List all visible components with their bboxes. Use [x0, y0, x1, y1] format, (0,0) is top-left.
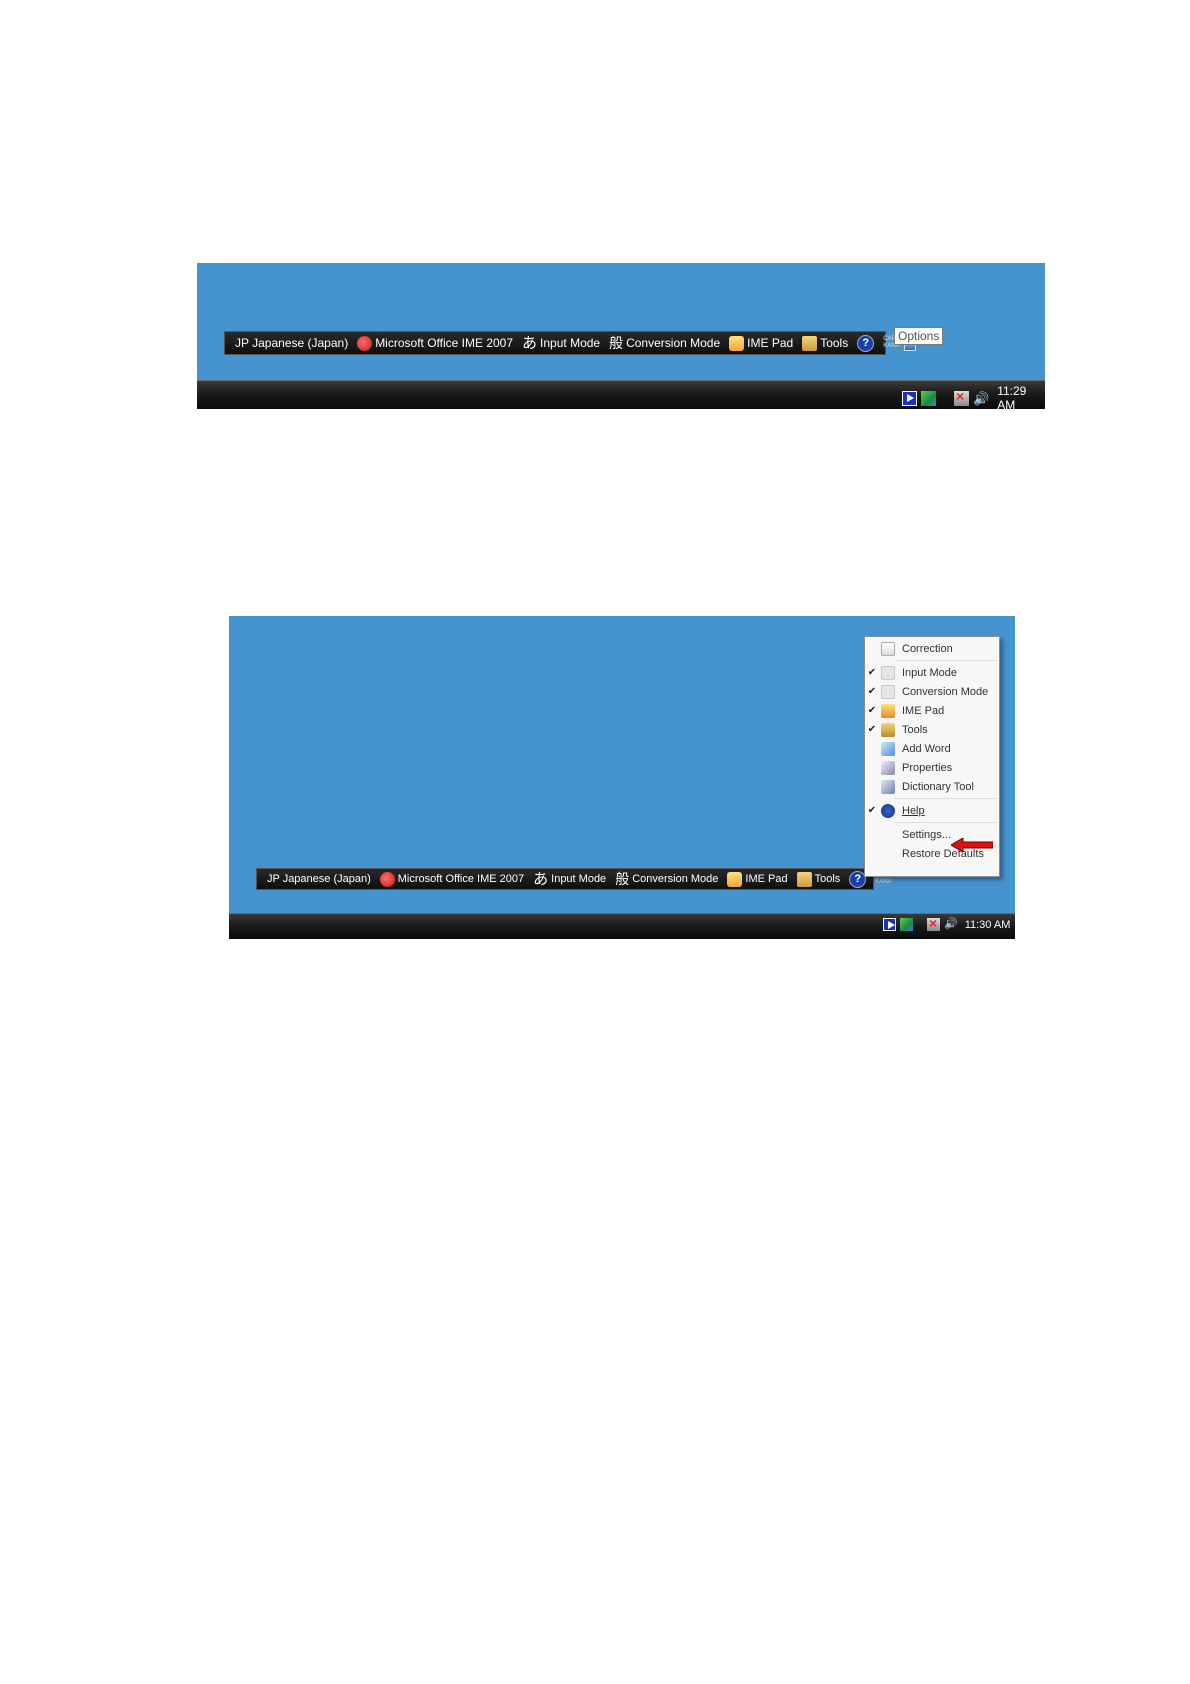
- tools-label: Tools: [820, 336, 849, 350]
- menu-separator: [895, 660, 997, 661]
- network-icon[interactable]: [900, 918, 913, 931]
- clock[interactable]: 11:29 AM: [997, 384, 1045, 409]
- tools-box-icon: [796, 871, 812, 887]
- menu-item-properties[interactable]: Properties: [865, 758, 999, 777]
- menu-item-input-mode[interactable]: ✔ Input Mode: [865, 663, 999, 682]
- menu-item-label: Help: [902, 804, 925, 817]
- language-label: JP Japanese (Japan): [267, 873, 371, 885]
- blank-icon: [881, 847, 895, 861]
- language-button[interactable]: JP Japanese (Japan): [235, 336, 348, 350]
- media-play-icon[interactable]: [883, 918, 896, 931]
- network-icon[interactable]: [921, 390, 936, 406]
- menu-item-correction[interactable]: Correction: [865, 639, 999, 658]
- menu-item-ime-pad[interactable]: ✔ IME Pad: [865, 701, 999, 720]
- menu-item-label: IME Pad: [902, 704, 945, 717]
- media-play-icon[interactable]: [902, 390, 917, 406]
- ime-pad-label: IME Pad: [745, 873, 788, 885]
- ime-pad-label: IME Pad: [747, 336, 794, 350]
- help-icon: [881, 803, 895, 818]
- conversion-mode-label: Conversion Mode: [632, 873, 719, 885]
- menu-item-label: Input Mode: [902, 666, 958, 679]
- language-button[interactable]: JP Japanese (Japan): [267, 873, 371, 885]
- menu-item-tools[interactable]: ✔ Tools: [865, 720, 999, 739]
- menu-item-label: Tools: [902, 723, 928, 736]
- system-tray: 🔊 11:30 AM: [883, 915, 1011, 932]
- menu-item-label: Correction: [902, 642, 953, 655]
- tools-button[interactable]: Tools: [802, 335, 849, 351]
- add-word-icon: [881, 741, 895, 756]
- screenshot-options-menu: JP Japanese (Japan) Microsoft Office IME…: [229, 616, 1015, 939]
- ime-label: Microsoft Office IME 2007: [397, 873, 525, 885]
- menu-item-add-word[interactable]: Add Word: [865, 739, 999, 758]
- options-tooltip: Options: [894, 327, 944, 345]
- conversion-mode-button[interactable]: 般 Conversion Mode: [609, 334, 721, 351]
- menu-item-label: Conversion Mode: [902, 685, 989, 698]
- ime-pad-button[interactable]: IME Pad: [727, 871, 788, 887]
- display-disconnected-icon[interactable]: [927, 915, 940, 931]
- tools-button[interactable]: Tools: [796, 871, 841, 887]
- help-icon: ?: [857, 334, 875, 352]
- red-arrow-pointer-icon: [951, 838, 993, 852]
- volume-icon[interactable]: 🔊: [944, 917, 958, 932]
- conversion-mode-icon: [881, 684, 895, 699]
- menu-separator: [895, 798, 997, 799]
- hiragana-a-icon: あ: [533, 870, 549, 888]
- input-mode-icon: [881, 665, 895, 680]
- clock[interactable]: 11:30 AM: [965, 919, 1011, 931]
- display-disconnected-icon[interactable]: [954, 388, 969, 406]
- conversion-mode-label: Conversion Mode: [626, 336, 721, 350]
- correction-icon: [881, 641, 895, 656]
- input-mode-button[interactable]: あ Input Mode: [522, 336, 600, 351]
- language-bar: JP Japanese (Japan) Microsoft Office IME…: [256, 868, 892, 890]
- menu-item-conversion-mode[interactable]: ✔ Conversion Mode: [865, 682, 999, 701]
- conversion-kanji-icon: 般: [615, 870, 630, 887]
- hiragana-a-icon: あ: [522, 334, 538, 352]
- input-mode-label: Input Mode: [540, 336, 601, 350]
- ime-label: Microsoft Office IME 2007: [375, 336, 514, 350]
- tools-box-icon: [802, 335, 818, 351]
- screenshot-language-bar: JP Japanese (Japan) Microsoft Office IME…: [197, 263, 1045, 409]
- menu-item-label: Properties: [902, 761, 953, 774]
- tools-label: Tools: [814, 873, 841, 885]
- office-ime-icon: [379, 871, 395, 887]
- language-bar: JP Japanese (Japan) Microsoft Office IME…: [224, 331, 916, 355]
- checkmark-icon: ✔: [867, 805, 877, 816]
- checkmark-icon: ✔: [867, 686, 877, 697]
- input-mode-button[interactable]: あ Input Mode: [533, 872, 606, 887]
- dictionary-tool-icon: [881, 779, 895, 794]
- office-ime-icon: [357, 335, 373, 351]
- checkmark-icon: ✔: [867, 705, 877, 716]
- input-mode-label: Input Mode: [551, 873, 607, 885]
- menu-item-label: Settings...: [902, 828, 951, 841]
- blank-icon: [881, 828, 895, 842]
- menu-item-label: Add Word: [902, 742, 951, 755]
- conversion-mode-button[interactable]: 般 Conversion Mode: [615, 870, 719, 887]
- menu-item-dictionary-tool[interactable]: Dictionary Tool: [865, 777, 999, 796]
- checkmark-icon: ✔: [867, 667, 877, 678]
- tools-box-icon: [881, 722, 895, 737]
- ime-button[interactable]: Microsoft Office IME 2007: [357, 335, 514, 351]
- conversion-kanji-icon: 般: [609, 334, 624, 351]
- properties-icon: [881, 760, 895, 775]
- system-tray: 🔊 11:29 AM: [902, 384, 1045, 409]
- kana-label: KANA: [875, 879, 892, 885]
- menu-item-help[interactable]: ✔ Help: [865, 801, 999, 820]
- ime-pad-icon: [881, 703, 895, 718]
- help-button[interactable]: ?: [857, 334, 877, 352]
- volume-icon[interactable]: 🔊: [973, 391, 989, 406]
- ime-pad-icon: [727, 871, 743, 887]
- checkmark-icon: ✔: [867, 724, 877, 735]
- language-label: JP Japanese (Japan): [235, 336, 349, 350]
- menu-separator: [895, 822, 997, 823]
- ime-button[interactable]: Microsoft Office IME 2007: [379, 871, 525, 887]
- menu-item-label: Dictionary Tool: [902, 780, 974, 793]
- ime-pad-button[interactable]: IME Pad: [729, 335, 794, 351]
- ime-pad-icon: [729, 335, 745, 351]
